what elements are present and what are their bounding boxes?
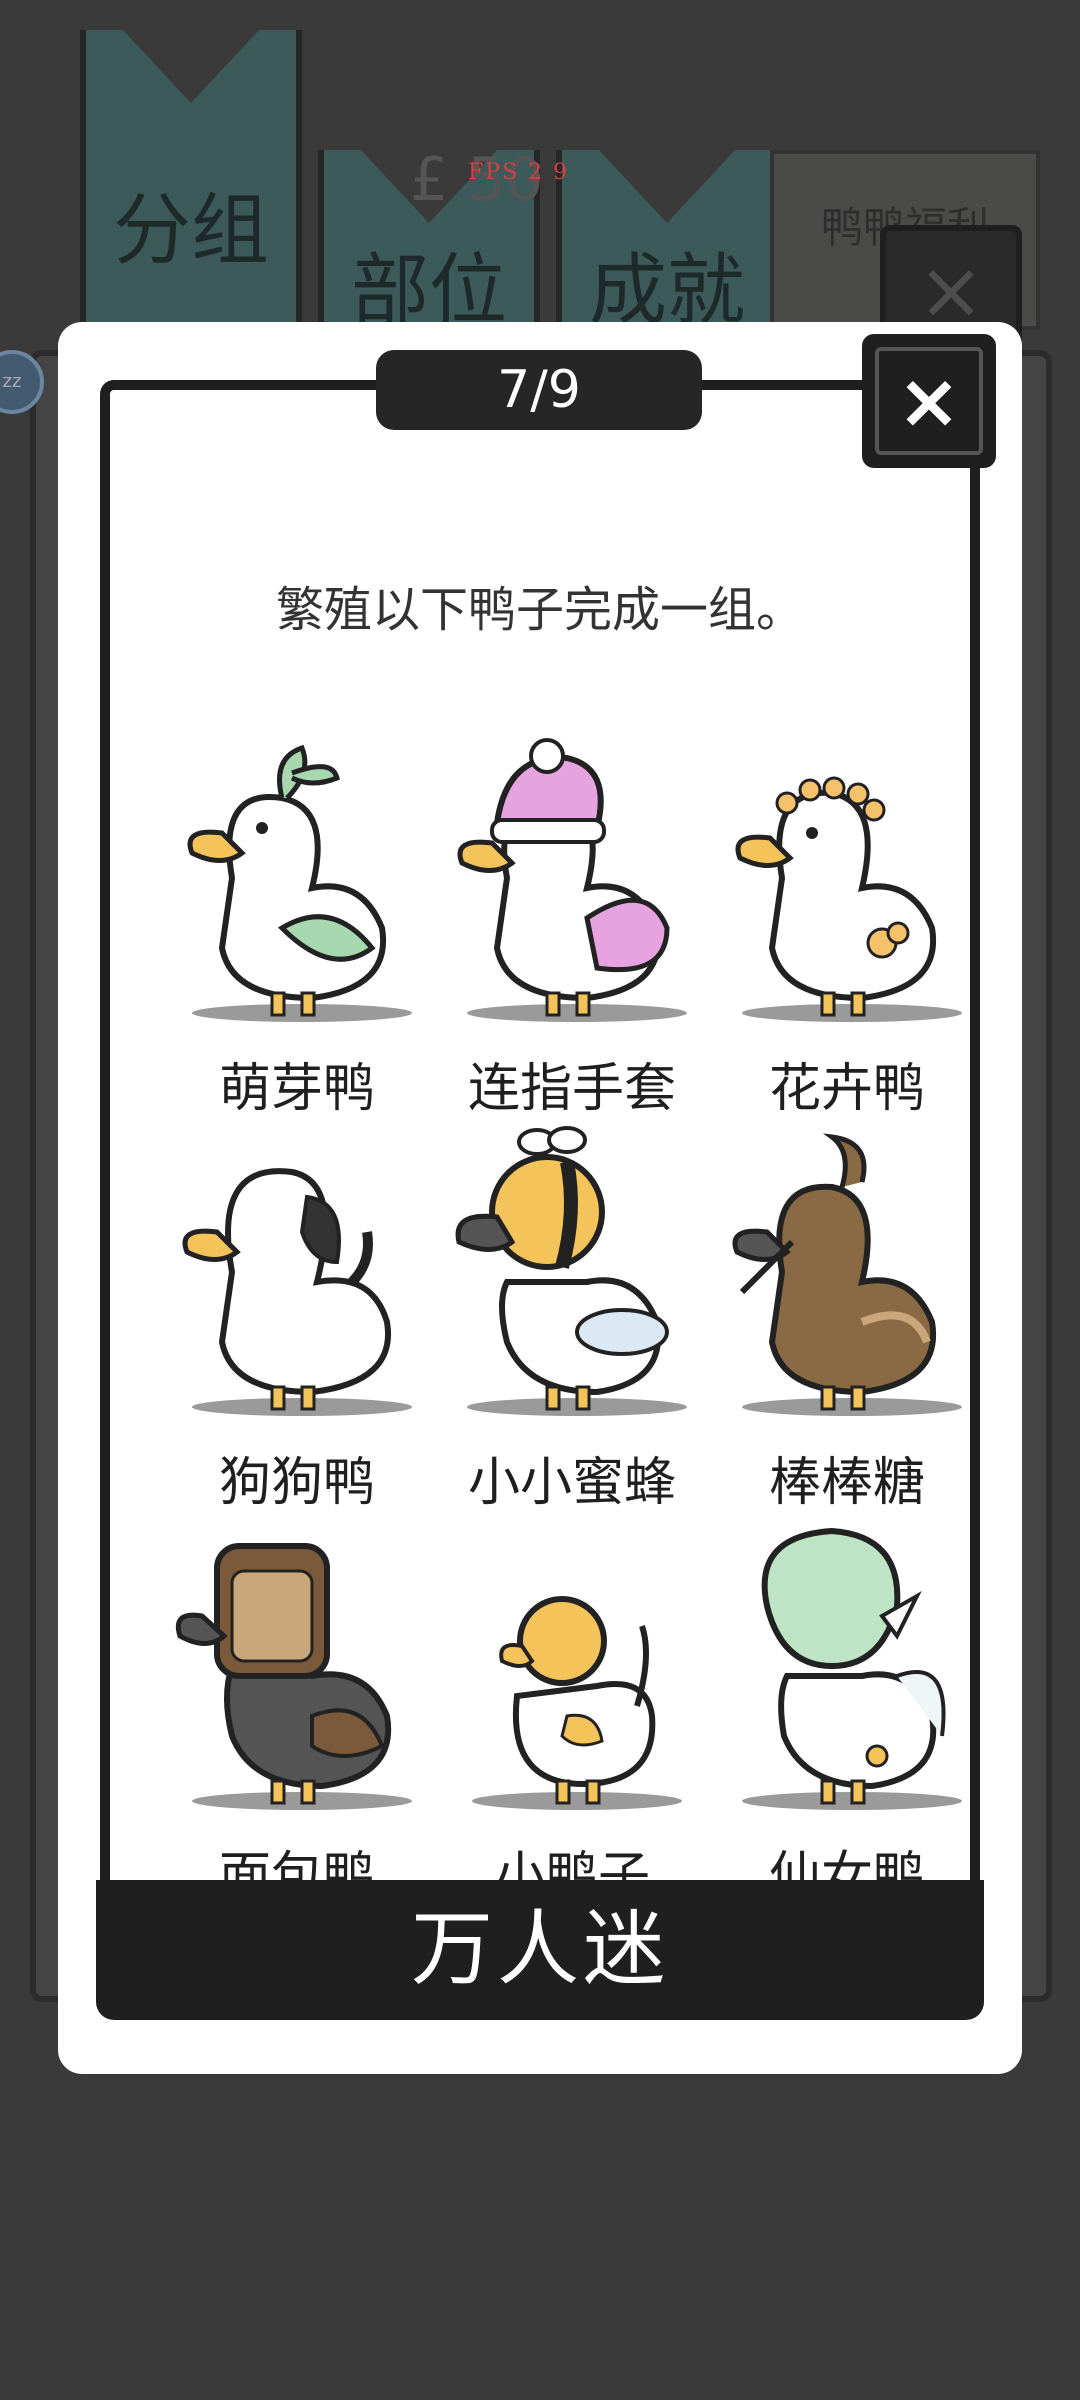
progress-counter: 7/9: [376, 350, 702, 430]
duck-card[interactable]: 小小蜜蜂: [437, 1122, 707, 1516]
mitten-duck-icon: [457, 738, 687, 1022]
duck-card[interactable]: 连指手套: [437, 728, 707, 1122]
duck-name: 棒棒糖: [768, 1453, 925, 1513]
sprout-duck-icon: [187, 744, 412, 1022]
dialog-description: 繁殖以下鸭子完成一组。: [275, 582, 804, 638]
duck-name: 小小蜜蜂: [467, 1453, 676, 1513]
duck-card[interactable]: 棒棒糖: [712, 1122, 982, 1516]
bee-duck-icon: [455, 1126, 687, 1416]
duck-name: 萌芽鸭: [218, 1059, 375, 1119]
duck-name: 花卉鸭: [768, 1059, 925, 1119]
duck-card[interactable]: 狗狗鸭: [162, 1122, 432, 1516]
fps-counter: FPS 2 9: [468, 160, 570, 185]
lollipop-duck-icon: [732, 1133, 962, 1416]
duck-name: 连指手套: [467, 1059, 676, 1119]
duckling-icon: [472, 1596, 682, 1810]
dog-duck-icon: [182, 1168, 412, 1416]
duck-card[interactable]: 小鸭子: [437, 1516, 707, 1910]
group-name-banner: 万人迷: [96, 1880, 984, 2020]
dialog-frame: 繁殖以下鸭子完成一组。 萌芽鸭 连指手套 花卉鸭 狗狗鸭 小小蜜蜂 棒棒糖 面包…: [100, 380, 980, 1988]
flower-duck-icon: [735, 776, 962, 1022]
close-icon: ×: [897, 356, 961, 445]
bg-tab-group: 分组: [80, 28, 302, 336]
duck-card[interactable]: 萌芽鸭: [162, 728, 432, 1122]
duck-card[interactable]: 花卉鸭: [712, 728, 982, 1122]
fairy-duck-icon: [742, 1527, 962, 1810]
duck-name: 狗狗鸭: [218, 1453, 375, 1513]
group-dialog: 繁殖以下鸭子完成一组。 萌芽鸭 连指手套 花卉鸭 狗狗鸭 小小蜜蜂 棒棒糖 面包…: [58, 322, 1022, 2074]
duck-card[interactable]: 面包鸭: [162, 1516, 432, 1910]
duck-card[interactable]: 仙女鸭: [712, 1516, 982, 1910]
close-button[interactable]: ×: [862, 334, 996, 468]
bread-duck-icon: [175, 1543, 412, 1810]
